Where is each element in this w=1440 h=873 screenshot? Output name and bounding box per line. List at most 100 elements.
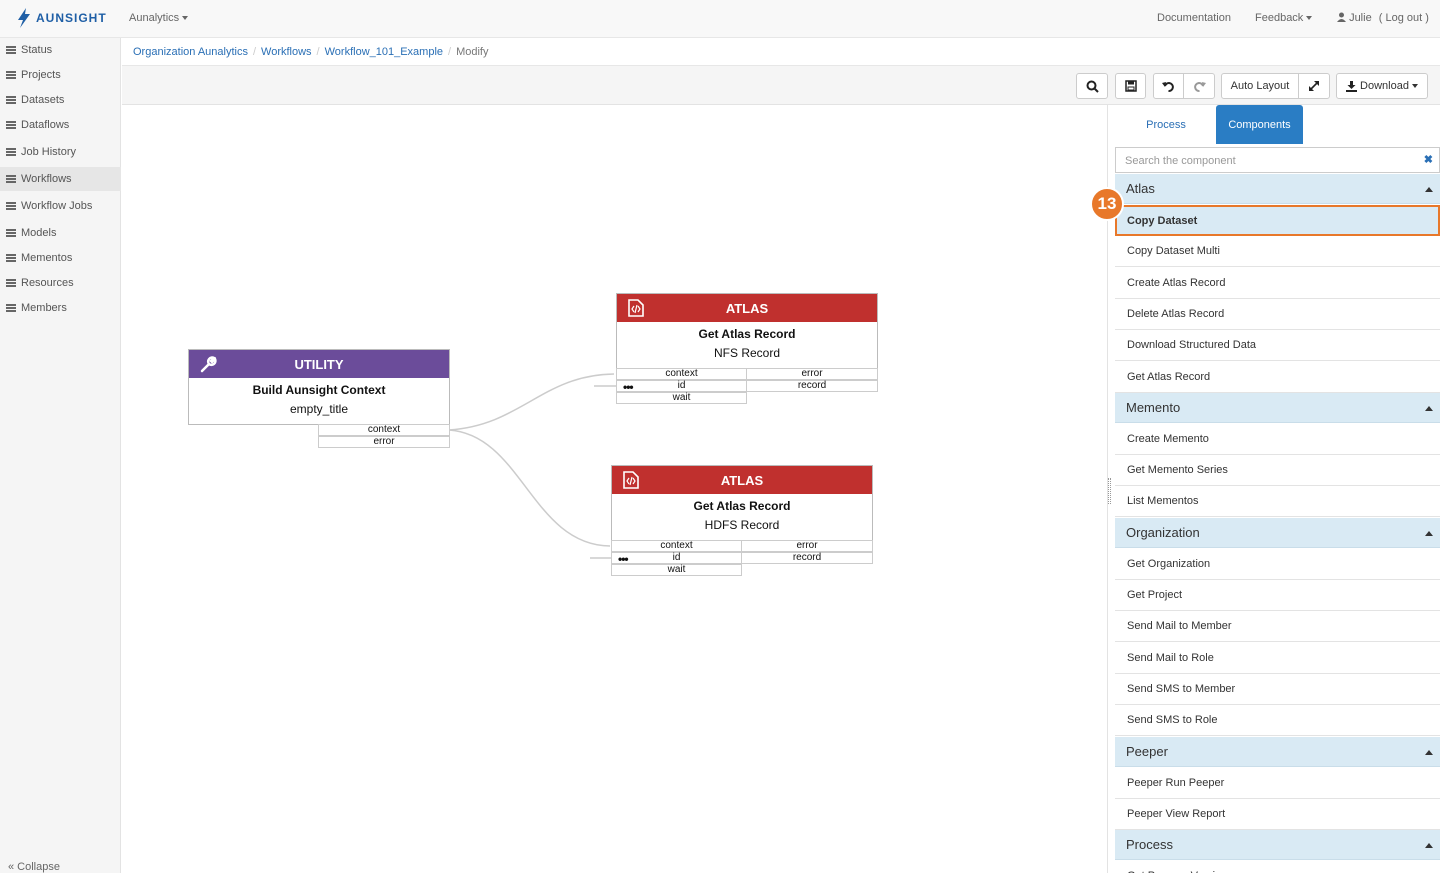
node-subtitle: HDFS Record	[704, 518, 780, 532]
category-label: Memento	[1126, 399, 1181, 415]
component-item[interactable]: Get Atlas Record	[1115, 361, 1440, 393]
tab-process[interactable]: Process	[1114, 105, 1218, 144]
aunsight-logo[interactable]: AUNSIGHT	[16, 8, 107, 28]
search-icon	[1086, 80, 1099, 93]
sidebar-item-label: Projects	[21, 69, 61, 81]
component-item[interactable]: Send Mail to Role	[1115, 642, 1440, 674]
sidebar: Status Projects Datasets Dataflows Job Histo…	[0, 38, 121, 873]
component-item[interactable]: Delete Atlas Record	[1115, 298, 1440, 330]
sidebar-item-datasets[interactable]: Datasets	[0, 88, 121, 112]
component-item[interactable]: Copy Dataset	[1115, 205, 1440, 236]
sitemap-icon	[6, 121, 16, 129]
component-item[interactable]: Download Structured Data	[1115, 330, 1440, 362]
output-port-record[interactable]: record	[746, 380, 878, 392]
input-port-wait[interactable]: wait	[616, 392, 747, 404]
component-item[interactable]: Get Project	[1115, 580, 1440, 611]
component-item[interactable]: Create Atlas Record	[1115, 267, 1440, 299]
component-item[interactable]: Send SMS to Role	[1115, 705, 1440, 737]
input-port-wait[interactable]: wait	[611, 564, 742, 576]
output-port-error[interactable]: error	[741, 540, 873, 552]
workflow-icon	[6, 175, 16, 183]
sidebar-item-mementos[interactable]: Mementos	[0, 246, 121, 270]
sidebar-item-projects[interactable]: Projects	[0, 63, 121, 87]
wrench-icon	[200, 356, 217, 373]
code-file-icon	[628, 299, 644, 317]
output-port-error[interactable]: error	[746, 368, 878, 380]
sidebar-item-dataflows[interactable]: Dataflows	[0, 113, 121, 137]
category-header-organization[interactable]: Organization	[1115, 517, 1440, 548]
component-item[interactable]: Send Mail to Member	[1115, 611, 1440, 643]
logout-link[interactable]: ( Log out )	[1379, 12, 1429, 24]
logo-text: AUNSIGHT	[36, 11, 107, 25]
sidebar-item-resources[interactable]: Resources	[0, 271, 121, 295]
user-menu[interactable]: Julie ( Log out )	[1337, 12, 1429, 24]
search-button[interactable]	[1076, 73, 1108, 99]
auto-layout-button[interactable]: Auto Layout	[1221, 73, 1299, 99]
category-label: Atlas	[1126, 181, 1155, 196]
search-input[interactable]: Search the component	[1125, 155, 1236, 167]
clear-search-icon[interactable]: ✖	[1424, 153, 1433, 166]
workflow-toolbar: Auto Layout Download	[122, 66, 1440, 105]
sidebar-item-workflows[interactable]: Workflows	[0, 167, 121, 191]
redo-button[interactable]	[1183, 73, 1215, 99]
chevron-down-icon	[1306, 16, 1313, 21]
component-item[interactable]: Peeper View Report	[1115, 798, 1440, 830]
sidebar-item-members[interactable]: Members	[0, 296, 121, 320]
chevron-up-icon	[1425, 843, 1433, 849]
input-port-context[interactable]: context	[616, 368, 747, 380]
workflow-canvas[interactable]: UTILITY Build Aunsight Context empty_tit…	[122, 105, 1107, 873]
sidebar-item-models[interactable]: Models	[0, 221, 121, 245]
download-label: Download	[1360, 80, 1409, 92]
input-value-dots[interactable]: •••	[618, 553, 629, 565]
breadcrumb-organization[interactable]: Organization Aunalytics	[133, 46, 248, 58]
component-item[interactable]: Peeper Run Peeper	[1115, 767, 1440, 799]
output-port-record[interactable]: record	[741, 552, 873, 564]
panel-resize-handle[interactable]	[1108, 478, 1111, 504]
workflow-node-utility[interactable]: UTILITY Build Aunsight Context empty_tit…	[188, 349, 450, 425]
tab-components[interactable]: Components	[1216, 105, 1303, 144]
workflow-jobs-icon	[6, 202, 16, 210]
workflow-node-atlas-nfs[interactable]: ATLAS Get Atlas Record NFS Record	[616, 293, 878, 369]
output-port-error[interactable]: error	[318, 436, 450, 448]
node-header: ATLAS	[612, 466, 872, 494]
output-port-context[interactable]: context	[318, 424, 450, 436]
breadcrumb-separator: /	[252, 45, 257, 58]
sidebar-item-job-history[interactable]: Job History	[0, 140, 121, 164]
input-port-id[interactable]: id	[616, 380, 747, 392]
component-item[interactable]: List Mementos	[1115, 486, 1440, 518]
org-menu[interactable]: Aunalytics	[129, 12, 189, 24]
category-header-memento[interactable]: Memento	[1115, 392, 1440, 423]
component-item[interactable]: Get Organization	[1115, 548, 1440, 580]
feedback-menu[interactable]: Feedback	[1255, 12, 1313, 24]
component-item[interactable]: Get Process Version	[1115, 861, 1440, 873]
component-item[interactable]: Get Memento Series	[1115, 455, 1440, 487]
component-item[interactable]: Send SMS to Member	[1115, 673, 1440, 705]
node-type: ATLAS	[725, 300, 769, 316]
documentation-link[interactable]: Documentation	[1157, 12, 1231, 24]
category-header-peeper[interactable]: Peeper	[1115, 736, 1440, 767]
category-header-process[interactable]: Process	[1115, 830, 1440, 861]
list-icon	[6, 71, 16, 79]
connection-line	[448, 429, 611, 547]
sidebar-item-workflow-jobs[interactable]: Workflow Jobs	[0, 194, 121, 218]
collapse-sidebar-button[interactable]: « Collapse	[8, 861, 60, 873]
category-header-atlas[interactable]: Atlas	[1115, 174, 1440, 204]
node-title: Build Aunsight Context	[252, 383, 386, 397]
workflow-node-atlas-hdfs[interactable]: ATLAS Get Atlas Record HDFS Record	[611, 465, 873, 541]
org-menu-label: Aunalytics	[129, 12, 180, 24]
input-port-id[interactable]: id	[611, 552, 742, 564]
save-button[interactable]	[1115, 73, 1146, 99]
download-button[interactable]: Download	[1336, 73, 1428, 99]
component-item[interactable]: Create Memento	[1115, 423, 1440, 455]
input-port-context[interactable]: context	[611, 540, 742, 552]
sidebar-item-label: Dataflows	[21, 119, 70, 131]
fullscreen-button[interactable]	[1298, 73, 1330, 99]
input-value-dots[interactable]: •••	[623, 381, 634, 393]
component-search[interactable]: Search the component ✖	[1115, 147, 1440, 173]
component-item[interactable]: Copy Dataset Multi	[1115, 236, 1440, 268]
undo-button[interactable]	[1153, 73, 1184, 99]
sidebar-item-status[interactable]: Status	[0, 38, 121, 62]
breadcrumb-workflows[interactable]: Workflows	[261, 46, 312, 58]
save-icon	[1124, 80, 1137, 92]
breadcrumb-workflow[interactable]: Workflow_101_Example	[325, 46, 443, 58]
